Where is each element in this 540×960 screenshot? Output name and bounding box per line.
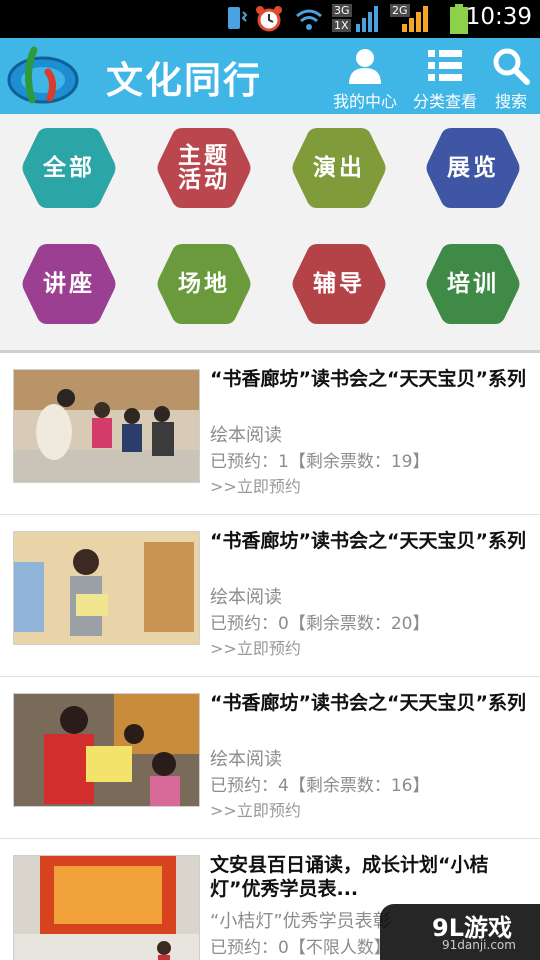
list-item[interactable]: “书香廊坊”读书会之“天天宝贝”系列 绘本阅读 已预约：1【剩余票数：19】 >… (0, 353, 540, 515)
category-theme-activity[interactable]: 主题 活动 (156, 124, 252, 212)
event-booking-count: 已预约：0【剩余票数：20】 (210, 614, 430, 634)
event-title: “书香廊坊”读书会之“天天宝贝”系列 (210, 692, 526, 714)
app-logo[interactable] (4, 42, 82, 112)
vibrate-icon (228, 7, 248, 29)
network-3g-label: 3G (332, 4, 352, 17)
book-now-link[interactable]: >>立即预约 (210, 635, 301, 659)
profile-label: 我的中心 (332, 92, 397, 111)
signal-bars-icon (356, 6, 378, 32)
event-booking-count: 已预约：4【剩余票数：16】 (210, 776, 430, 796)
list-item[interactable]: “书香廊坊”读书会之“天天宝贝”系列 绘本阅读 已预约：0【剩余票数：20】 >… (0, 515, 540, 677)
event-category: 绘本阅读 (210, 587, 282, 608)
event-category: “小桔灯”优秀学员表彰 (210, 911, 391, 932)
search-label: 搜索 (494, 92, 527, 111)
event-title: “书香廊坊”读书会之“天天宝贝”系列 (210, 530, 526, 552)
search-button[interactable]: 搜索 (488, 42, 534, 112)
app-header: 文化同行 我的中心 分类查看 搜索 (0, 38, 540, 114)
category-lecture[interactable]: 讲座 (21, 240, 117, 328)
signal-bars-2g-icon (402, 6, 428, 32)
clock: 10:39 (465, 4, 532, 30)
event-title: 文安县百日诵读，成长计划“小桔灯”优秀学员表... (210, 854, 489, 900)
event-title: “书香廊坊”读书会之“天天宝贝”系列 (210, 368, 526, 390)
event-thumbnail (13, 855, 200, 960)
network-1x-label: 1X (332, 19, 351, 32)
category-label: 主题 活动 (178, 143, 230, 193)
category-label: 培训 (447, 271, 499, 297)
category-label: 辅导 (313, 271, 365, 297)
app-title: 文化同行 (106, 59, 262, 102)
category-label: 场地 (178, 271, 230, 297)
user-icon (349, 49, 381, 84)
category-label: 展览 (447, 155, 499, 181)
event-booking-count: 已预约：0【不限人数】 (210, 938, 391, 958)
list-item[interactable]: “书香廊坊”读书会之“天天宝贝”系列 绘本阅读 已预约：4【剩余票数：16】 >… (0, 677, 540, 839)
event-thumbnail (13, 693, 200, 807)
category-label: 分类查看 (412, 92, 477, 111)
status-bar: 3G 1X 2G 10:39 (0, 0, 540, 38)
category-performance[interactable]: 演出 (291, 124, 387, 212)
event-booking-count: 已预约：1【剩余票数：19】 (210, 452, 430, 472)
category-all[interactable]: 全部 (21, 124, 117, 212)
watermark-site: 91danji.com (442, 938, 516, 952)
event-category: 绘本阅读 (210, 749, 282, 770)
event-thumbnail (13, 531, 200, 645)
category-training[interactable]: 培训 (425, 240, 521, 328)
profile-button[interactable]: 我的中心 (330, 42, 400, 112)
category-exhibition[interactable]: 展览 (425, 124, 521, 212)
list-icon (428, 50, 462, 81)
event-thumbnail (13, 369, 200, 483)
book-now-link[interactable]: >>立即预约 (210, 473, 301, 497)
category-grid: 全部 主题 活动 演出 展览 讲座 场地 辅导 培训 (0, 114, 540, 350)
signal-2g: 2G (390, 4, 440, 34)
category-label: 演出 (313, 155, 365, 181)
category-tutoring[interactable]: 辅导 (291, 240, 387, 328)
category-label: 全部 (43, 155, 95, 181)
search-icon (493, 48, 530, 85)
category-button[interactable]: 分类查看 (408, 42, 482, 112)
category-label: 讲座 (43, 271, 95, 297)
watermark-overlay: 9L游戏 91danji.com (380, 904, 540, 960)
signal-3g: 3G 1X (332, 4, 382, 34)
event-category: 绘本阅读 (210, 425, 282, 446)
category-venue[interactable]: 场地 (156, 240, 252, 328)
alarm-icon (256, 6, 282, 32)
book-now-link[interactable]: >>立即预约 (210, 797, 301, 821)
wifi-icon (296, 9, 322, 30)
